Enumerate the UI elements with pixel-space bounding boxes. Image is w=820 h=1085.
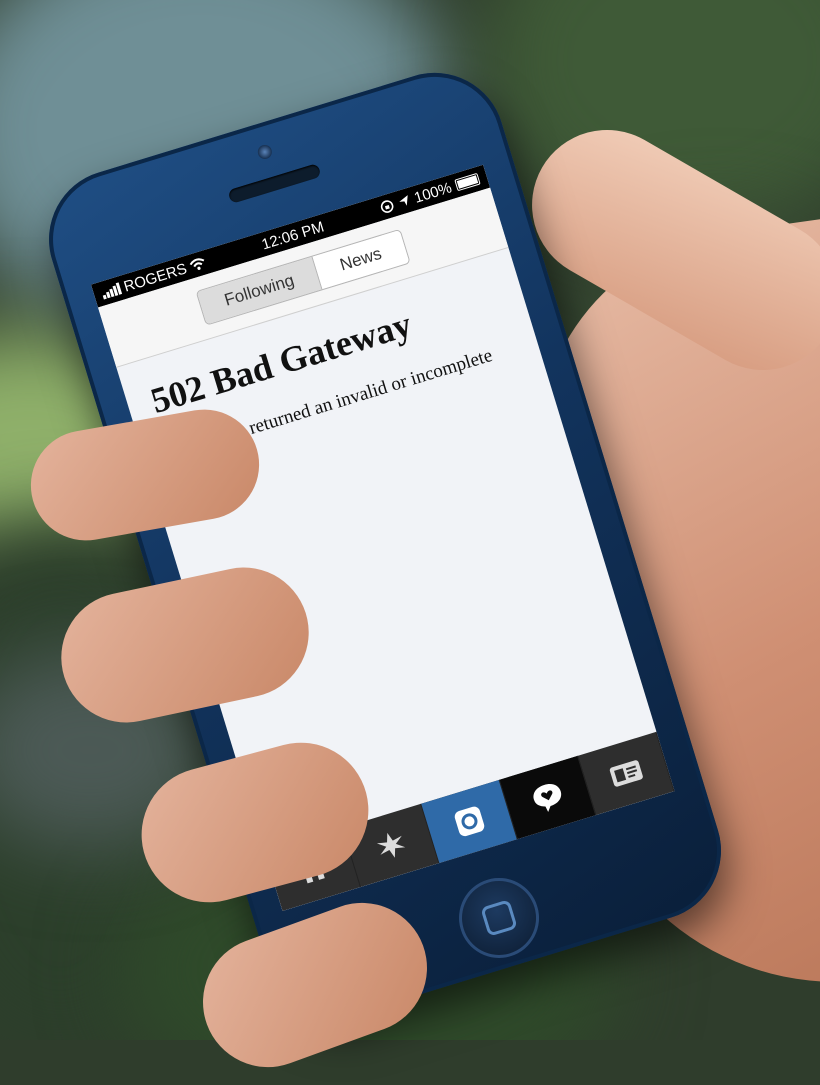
location-arrow-icon: [398, 195, 408, 206]
camera-icon: [454, 806, 484, 837]
home-button-square-icon: [480, 899, 518, 937]
front-camera: [256, 143, 274, 161]
earpiece-speaker: [227, 163, 322, 204]
wifi-icon: [189, 258, 205, 270]
tab-news[interactable]: News: [312, 230, 410, 290]
rotation-lock-icon: [380, 200, 394, 213]
tab-profile[interactable]: [578, 731, 675, 816]
explore-icon: [376, 833, 405, 858]
battery-icon: [454, 172, 481, 192]
profile-icon: [609, 760, 643, 787]
home-button[interactable]: [449, 868, 549, 968]
news-heart-icon: [533, 784, 561, 813]
signal-icon: [100, 282, 123, 300]
